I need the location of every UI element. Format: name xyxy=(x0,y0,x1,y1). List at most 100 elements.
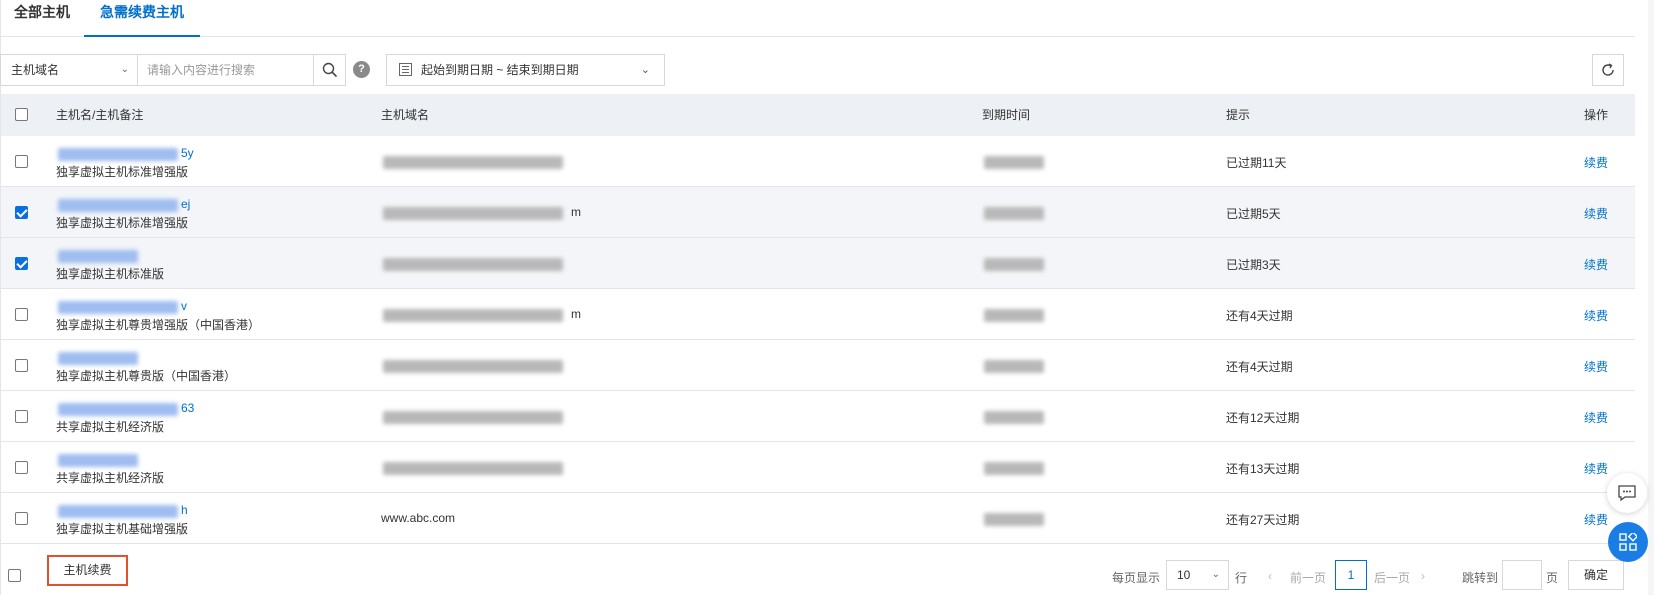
row-checkbox[interactable] xyxy=(15,155,28,168)
table-row[interactable]: 63 共享虚拟主机经济版 还有12天过期 续费 xyxy=(1,391,1635,442)
host-domain: m xyxy=(571,205,581,219)
table-header: 主机名/主机备注 主机域名 到期时间 提示 操作 xyxy=(1,94,1635,136)
search-input[interactable]: 请输入内容进行搜索 xyxy=(137,54,314,86)
header-op: 操作 xyxy=(1584,108,1609,122)
row-checkbox[interactable] xyxy=(15,308,28,321)
header-tip: 提示 xyxy=(1226,108,1251,122)
app-menu-button[interactable] xyxy=(1608,522,1648,562)
header-expire: 到期时间 xyxy=(982,108,1031,122)
chevron-left-icon: ‹ xyxy=(1268,569,1272,583)
redacted-domain xyxy=(383,207,563,220)
expire-tip: 已过期11天 xyxy=(1226,156,1287,170)
row-checkbox[interactable] xyxy=(15,257,28,270)
row-checkbox[interactable] xyxy=(15,410,28,423)
expire-tip: 还有27天过期 xyxy=(1226,513,1300,527)
search-field-select[interactable]: 主机域名 ⌄ xyxy=(0,54,138,86)
table-row[interactable]: v 独享虚拟主机尊贵增强版（中国香港） m 还有4天过期 续费 xyxy=(1,289,1635,340)
jump-page-input[interactable] xyxy=(1502,560,1542,590)
redacted-host-name[interactable] xyxy=(58,301,178,314)
chevron-right-icon: › xyxy=(1421,569,1425,583)
redacted-expire-date xyxy=(984,156,1044,169)
table-row[interactable]: 共享虚拟主机经济版 还有13天过期 续费 xyxy=(1,442,1635,493)
expire-tip: 还有4天过期 xyxy=(1226,309,1293,323)
row-checkbox[interactable] xyxy=(15,461,28,474)
bulk-renew-button[interactable]: 主机续费 xyxy=(47,555,128,586)
row-checkbox[interactable] xyxy=(15,206,28,219)
redacted-domain xyxy=(383,309,563,322)
table-row[interactable]: ej 独享虚拟主机标准增强版 m 已过期5天 续费 xyxy=(1,187,1635,238)
expire-tip: 已过期3天 xyxy=(1226,258,1281,272)
chat-icon xyxy=(1618,485,1636,501)
vertical-scrollbar[interactable] xyxy=(1648,0,1654,595)
chevron-down-icon: ⌄ xyxy=(120,64,129,75)
date-range-text: 起始到期日期 ~ 结束到期日期 xyxy=(421,63,579,77)
jump-label: 跳转到 xyxy=(1462,571,1499,585)
chevron-down-icon: ⌄ xyxy=(1211,569,1220,580)
renew-link[interactable]: 续费 xyxy=(1584,307,1608,324)
renew-link[interactable]: 续费 xyxy=(1584,256,1608,273)
renew-link[interactable]: 续费 xyxy=(1584,205,1608,222)
renew-link[interactable]: 续费 xyxy=(1584,511,1608,528)
refresh-button[interactable] xyxy=(1592,54,1624,86)
redacted-expire-date xyxy=(984,513,1044,526)
redacted-host-name[interactable] xyxy=(58,199,178,212)
refresh-icon xyxy=(1602,63,1614,76)
redacted-expire-date xyxy=(984,309,1044,322)
prev-page-button[interactable]: 前一页 xyxy=(1290,569,1326,586)
select-all-checkbox[interactable] xyxy=(15,108,28,121)
feedback-button[interactable] xyxy=(1607,473,1647,513)
expire-tip: 还有12天过期 xyxy=(1226,411,1300,425)
renew-link[interactable]: 续费 xyxy=(1584,409,1608,426)
host-name-link[interactable]: ej xyxy=(181,197,190,211)
footer-select-all-checkbox[interactable] xyxy=(8,569,21,582)
redacted-expire-date xyxy=(984,462,1044,475)
search-button[interactable] xyxy=(313,54,346,86)
table-row[interactable]: 5y 独享虚拟主机标准增强版 已过期11天 续费 xyxy=(1,136,1635,187)
redacted-host-name[interactable] xyxy=(58,454,138,467)
calendar-icon xyxy=(399,63,412,76)
host-name-link[interactable]: h xyxy=(181,503,188,517)
host-domain: m xyxy=(571,307,581,321)
tab-urgent-renew-hosts[interactable]: 急需续费主机 xyxy=(84,0,200,37)
redacted-domain xyxy=(383,258,563,271)
redacted-host-name[interactable] xyxy=(58,352,138,365)
expire-tip: 还有4天过期 xyxy=(1226,360,1293,374)
host-name-link[interactable]: 63 xyxy=(181,401,194,415)
renew-link[interactable]: 续费 xyxy=(1584,358,1608,375)
row-checkbox[interactable] xyxy=(15,512,28,525)
redacted-host-name[interactable] xyxy=(58,403,178,416)
header-domain: 主机域名 xyxy=(381,108,430,122)
redacted-host-name[interactable] xyxy=(58,250,138,263)
per-page-select[interactable]: 10 ⌄ xyxy=(1166,560,1229,590)
table-row[interactable]: h 独享虚拟主机基础增强版 www.abc.com 还有27天过期 续费 xyxy=(1,493,1635,544)
per-page-label: 每页显示 xyxy=(1112,571,1161,585)
redacted-domain xyxy=(383,411,563,424)
row-checkbox[interactable] xyxy=(15,359,28,372)
redacted-host-name[interactable] xyxy=(58,505,178,518)
next-page-button[interactable]: 后一页 xyxy=(1374,569,1410,586)
table-row[interactable]: 独享虚拟主机标准版 已过期3天 续费 xyxy=(1,238,1635,289)
search-field-select-value: 主机域名 xyxy=(11,63,60,77)
redacted-expire-date xyxy=(984,411,1044,424)
renew-link[interactable]: 续费 xyxy=(1584,460,1608,477)
redacted-expire-date xyxy=(984,258,1044,271)
per-page-value: 10 xyxy=(1177,568,1191,582)
host-name-link[interactable]: 5y xyxy=(181,146,194,160)
grid-apps-icon xyxy=(1619,533,1637,551)
host-note: 独享虚拟主机标准增强版 xyxy=(56,165,189,179)
search-icon xyxy=(322,62,338,78)
host-note: 共享虚拟主机经济版 xyxy=(56,420,165,434)
date-range-picker[interactable]: 起始到期日期 ~ 结束到期日期 ⌄ xyxy=(386,54,665,86)
redacted-expire-date xyxy=(984,207,1044,220)
host-note: 独享虚拟主机尊贵版（中国香港） xyxy=(56,369,237,383)
redacted-host-name[interactable] xyxy=(58,148,178,161)
host-name-link[interactable]: v xyxy=(181,299,187,313)
tab-all-hosts[interactable]: 全部主机 xyxy=(14,0,74,37)
jump-confirm-button[interactable]: 确定 xyxy=(1568,560,1624,590)
redacted-expire-date xyxy=(984,360,1044,373)
tab-bar: 全部主机 急需续费主机 xyxy=(0,0,1635,37)
renew-link[interactable]: 续费 xyxy=(1584,154,1608,171)
table-row[interactable]: 独享虚拟主机尊贵版（中国香港） 还有4天过期 续费 xyxy=(1,340,1635,391)
current-page[interactable]: 1 xyxy=(1335,560,1367,590)
help-icon[interactable]: ? xyxy=(353,61,370,78)
